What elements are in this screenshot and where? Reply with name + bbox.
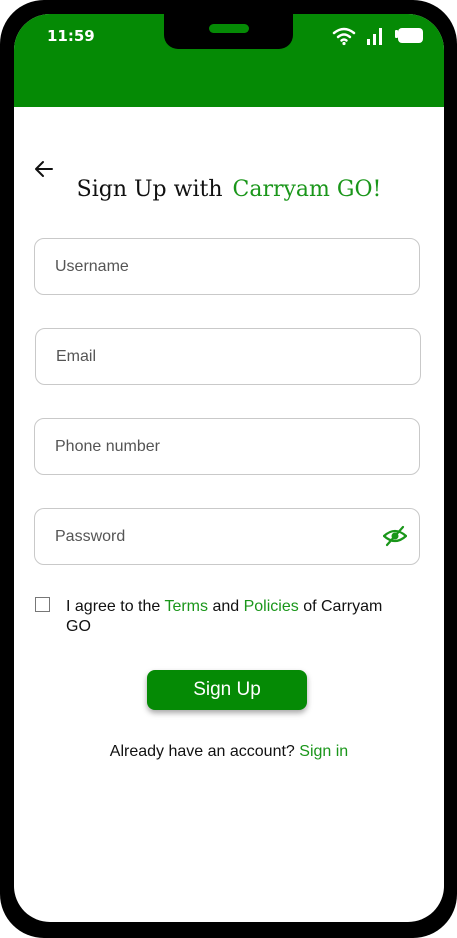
- terms-and: and: [208, 598, 244, 615]
- terms-link[interactable]: Terms: [164, 598, 208, 615]
- sign-in-prompt: Already have an account? Sign in: [14, 743, 444, 761]
- phone-frame: 11:59 Sign Up with Carryam GO! Username …: [0, 0, 457, 938]
- signal-icon: [367, 28, 382, 45]
- battery-icon: [395, 28, 423, 43]
- page-title: Sign Up with Carryam GO!: [14, 177, 444, 202]
- password-input[interactable]: [53, 509, 377, 564]
- app-screen: 11:59 Sign Up with Carryam GO! Username …: [14, 14, 444, 922]
- username-input[interactable]: [53, 239, 377, 294]
- sign-up-button[interactable]: Sign Up: [147, 670, 307, 710]
- username-field[interactable]: [34, 238, 420, 295]
- eye-off-icon[interactable]: [383, 525, 407, 547]
- email-field[interactable]: [35, 328, 421, 385]
- speaker-pill: [209, 24, 249, 33]
- title-brand: Carryam GO!: [232, 177, 382, 202]
- terms-prefix: I agree to the: [66, 598, 165, 615]
- terms-checkbox[interactable]: [35, 597, 50, 612]
- status-icons: [332, 26, 424, 46]
- terms-text: I agree to the Terms and Policies of Car…: [66, 597, 386, 637]
- wifi-icon: [332, 27, 356, 46]
- sign-in-link[interactable]: Sign in: [299, 743, 348, 760]
- title-prefix: Sign Up with: [76, 177, 223, 202]
- phone-input[interactable]: [53, 419, 377, 474]
- policies-link[interactable]: Policies: [244, 598, 299, 615]
- sign-in-prompt-text: Already have an account?: [109, 743, 300, 760]
- password-field[interactable]: [34, 508, 420, 565]
- phone-field[interactable]: [34, 418, 420, 475]
- email-input[interactable]: [54, 329, 378, 384]
- status-time: 11:59: [47, 27, 95, 45]
- camera-notch: [164, 14, 293, 49]
